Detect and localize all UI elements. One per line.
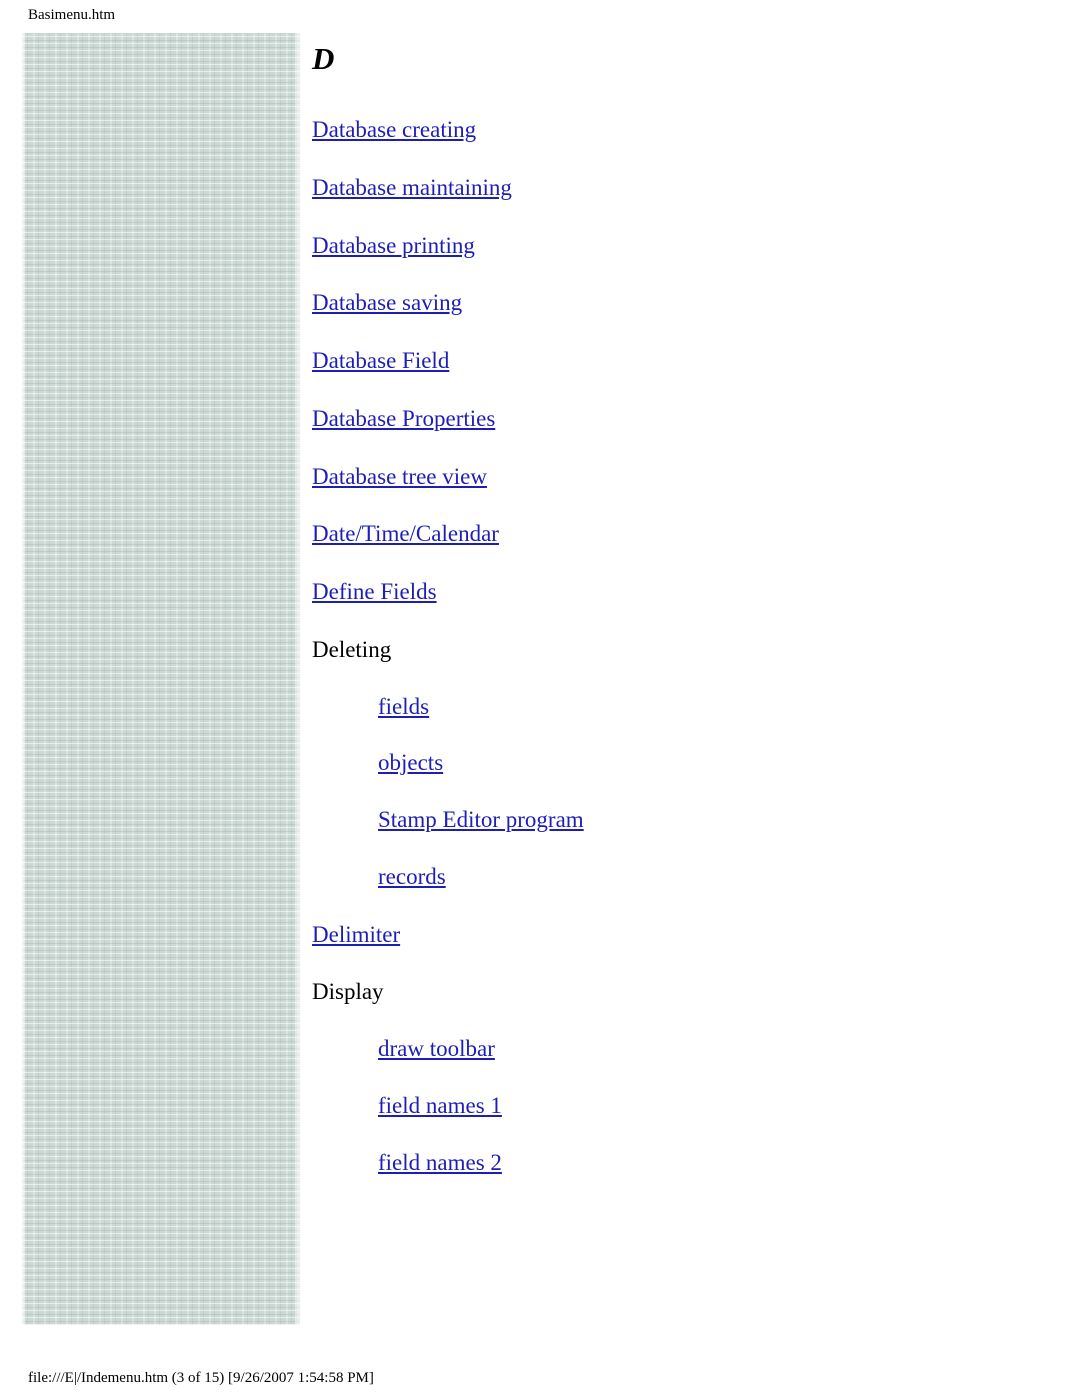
index-link-item: Database printing xyxy=(312,232,1012,261)
index-link[interactable]: Database printing xyxy=(312,233,475,258)
index-link-item: Define Fields xyxy=(312,578,1012,607)
index-link-item: Database Properties xyxy=(312,405,1012,434)
page-footer-path: file:///E|/Indemenu.htm (3 of 15) [9/26/… xyxy=(28,1370,374,1386)
index-link[interactable]: Database Properties xyxy=(312,406,495,431)
index-link[interactable]: Database maintaining xyxy=(312,175,512,200)
index-group-label: Display xyxy=(312,979,384,1005)
index-link[interactable]: records xyxy=(378,864,446,889)
page-header-title: Basimenu.htm xyxy=(28,7,116,23)
sidebar-left-edge xyxy=(22,33,25,1325)
index-link-item: Database Field xyxy=(312,347,1012,376)
index-link[interactable]: Database Field xyxy=(312,348,449,373)
index-text-item: Display xyxy=(312,978,1012,1007)
index-link[interactable]: fields xyxy=(378,694,429,719)
index-link-item: fields xyxy=(378,693,1012,722)
index-link-item: Date/Time/Calendar xyxy=(312,520,1012,549)
index-link-item: Database saving xyxy=(312,289,1012,318)
index-link-item: Delimiter xyxy=(312,921,1012,950)
index-link[interactable]: Database creating xyxy=(312,117,476,142)
index-link-item: objects xyxy=(378,749,1012,778)
index-group-label: Deleting xyxy=(312,636,392,662)
decorative-sidebar-strip xyxy=(22,33,300,1325)
index-text-item: Deleting xyxy=(312,636,1012,665)
index-link[interactable]: field names 1 xyxy=(378,1093,502,1118)
index-link[interactable]: objects xyxy=(378,750,443,775)
index-content: D Database creating Database maintaining D… xyxy=(312,33,1012,1177)
index-entry-list: Database creating Database maintaining Dat… xyxy=(312,116,1012,1177)
index-link[interactable]: draw toolbar xyxy=(378,1036,495,1061)
index-link[interactable]: Date/Time/Calendar xyxy=(312,521,499,546)
index-link-item: field names 1 xyxy=(378,1092,1012,1121)
section-letter-heading: D xyxy=(312,41,335,76)
index-link-item: draw toolbar xyxy=(378,1035,1012,1064)
index-link[interactable]: Delimiter xyxy=(312,922,400,947)
sidebar-right-edge xyxy=(295,33,300,1325)
index-link[interactable]: Database tree view xyxy=(312,464,487,489)
index-link-item: Database creating xyxy=(312,116,1012,145)
index-link[interactable]: Define Fields xyxy=(312,579,437,604)
index-link[interactable]: field names 2 xyxy=(378,1150,502,1175)
index-link-item: Stamp Editor program xyxy=(378,806,1012,835)
index-link-item: records xyxy=(378,863,1012,892)
index-link[interactable]: Database saving xyxy=(312,290,462,315)
index-link-item: field names 2 xyxy=(378,1149,1012,1178)
index-link-item: Database maintaining xyxy=(312,174,1012,203)
index-link-item: Database tree view xyxy=(312,463,1012,492)
index-link[interactable]: Stamp Editor program xyxy=(378,807,584,832)
